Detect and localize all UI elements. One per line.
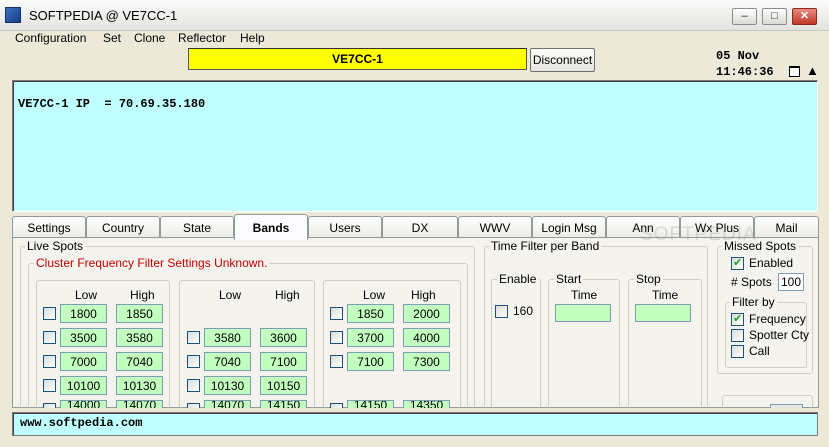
enable-label: Enable xyxy=(497,272,539,286)
band-label: 160 xyxy=(513,304,534,318)
low-header: Low xyxy=(75,288,98,302)
menu-clone[interactable]: Clone xyxy=(134,31,165,45)
enabled-label: Enabled xyxy=(749,256,794,270)
high-frequency-field[interactable]: 2000 xyxy=(403,304,450,323)
maximize-button[interactable]: □ xyxy=(762,8,787,25)
close-button[interactable]: ✕ xyxy=(792,8,817,25)
stop-time-field[interactable] xyxy=(635,304,691,322)
tab-users[interactable]: Users xyxy=(308,216,382,238)
high-header: High xyxy=(130,288,155,302)
tab-wwv[interactable]: WWV xyxy=(458,216,532,238)
tab-settings[interactable]: Settings xyxy=(12,216,86,238)
start-label: Start xyxy=(554,272,584,286)
menu-bar xyxy=(0,29,829,47)
window-title: SOFTPEDIA @ VE7CC-1 xyxy=(29,8,178,23)
high-frequency-field[interactable]: 10130 xyxy=(116,376,163,395)
tab-dx[interactable]: DX xyxy=(382,216,458,238)
high-frequency-field[interactable]: 4000 xyxy=(403,328,450,347)
low-frequency-field[interactable]: 14070 xyxy=(204,400,251,408)
app-icon xyxy=(5,7,21,23)
high-frequency-field[interactable]: 3580 xyxy=(116,328,163,347)
call-label: Call xyxy=(749,344,770,358)
filter-frequency-checkbox[interactable] xyxy=(731,312,744,326)
start-time-header: Time xyxy=(571,288,598,302)
low-frequency-field[interactable]: 10130 xyxy=(204,376,251,395)
high-frequency-field[interactable]: 7040 xyxy=(116,352,163,371)
menu-help[interactable]: Help xyxy=(240,31,265,45)
tab-state[interactable]: State xyxy=(160,216,234,238)
band-enable-checkbox[interactable] xyxy=(495,305,508,318)
high-frequency-field[interactable]: 14350 xyxy=(403,400,450,408)
band-checkbox[interactable] xyxy=(187,355,200,368)
band-checkbox[interactable] xyxy=(187,379,200,392)
low-frequency-field[interactable]: 7040 xyxy=(204,352,251,371)
extra-settings-field[interactable] xyxy=(770,404,803,408)
band-checkbox[interactable] xyxy=(187,403,200,408)
watermark: SOFTPEDIA xyxy=(640,224,757,245)
band-checkbox[interactable] xyxy=(43,355,56,368)
band-checkbox[interactable] xyxy=(43,331,56,344)
band-checkbox[interactable] xyxy=(43,307,56,320)
low-frequency-field[interactable]: 1800 xyxy=(60,304,107,323)
high-frequency-field[interactable]: 1850 xyxy=(116,304,163,323)
filter-call-checkbox[interactable] xyxy=(731,345,744,358)
low-frequency-field[interactable]: 10100 xyxy=(60,376,107,395)
disconnect-button[interactable]: Disconnect xyxy=(530,48,595,72)
band-checkbox[interactable] xyxy=(43,379,56,392)
date-display: 05 Nov xyxy=(716,49,760,63)
spotter-cty-label: Spotter Cty xyxy=(749,328,810,342)
low-frequency-field[interactable]: 3700 xyxy=(347,328,394,347)
live-spots-label: Live Spots xyxy=(25,239,86,253)
menu-reflector[interactable]: Reflector xyxy=(178,31,226,45)
tab-mail[interactable]: Mail xyxy=(754,216,819,238)
time-display: 11:46:36 xyxy=(716,65,774,79)
band-checkbox[interactable] xyxy=(330,355,343,368)
missed-spots-enabled-checkbox[interactable] xyxy=(731,256,744,270)
stop-time-header: Time xyxy=(652,288,679,302)
high-frequency-field[interactable]: 3600 xyxy=(260,328,307,347)
band-checkbox[interactable] xyxy=(187,331,200,344)
menu-configuration[interactable]: Configuration xyxy=(15,31,86,45)
console-line: VE7CC-1 IP = 70.69.35.180 xyxy=(18,97,206,111)
tab-login-msg[interactable]: Login Msg xyxy=(532,216,606,238)
band-checkbox[interactable] xyxy=(330,307,343,320)
low-frequency-field[interactable]: 3580 xyxy=(204,328,251,347)
restore-window-icon[interactable] xyxy=(789,66,800,77)
start-time-field[interactable] xyxy=(555,304,611,322)
cluster-filter-status: Cluster Frequency Filter Settings Unknow… xyxy=(34,256,270,270)
status-text: www.softpedia.com xyxy=(20,416,143,430)
enable-column xyxy=(491,279,541,408)
tab-bands[interactable]: Bands xyxy=(234,214,308,240)
scroll-up-icon[interactable]: ▲ xyxy=(806,64,819,77)
high-frequency-field[interactable]: 10150 xyxy=(260,376,307,395)
high-frequency-field[interactable]: 7300 xyxy=(403,352,450,371)
high-frequency-field[interactable]: 7100 xyxy=(260,352,307,371)
high-header: High xyxy=(275,288,300,302)
high-frequency-field[interactable]: 14070 xyxy=(116,400,163,408)
minimize-button[interactable]: – xyxy=(732,8,757,25)
low-frequency-field[interactable]: 7000 xyxy=(60,352,107,371)
time-filter-label: Time Filter per Band xyxy=(489,239,602,253)
stop-label: Stop xyxy=(634,272,663,286)
low-frequency-field[interactable]: 7100 xyxy=(347,352,394,371)
band-checkbox[interactable] xyxy=(330,403,343,408)
high-frequency-field[interactable]: 14150 xyxy=(260,400,307,408)
low-frequency-field[interactable]: 14000 xyxy=(60,400,107,408)
low-header: Low xyxy=(219,288,242,302)
low-frequency-field[interactable]: 14150 xyxy=(347,400,394,408)
filter-by-label: Filter by xyxy=(730,295,777,309)
low-header: Low xyxy=(363,288,386,302)
menu-set[interactable]: Set xyxy=(103,31,121,45)
frequency-label: Frequency xyxy=(749,312,806,326)
spots-count-field[interactable]: 100 xyxy=(778,273,804,291)
connected-node-display: VE7CC-1 xyxy=(188,48,527,70)
band-checkbox[interactable] xyxy=(43,403,56,408)
spots-count-label: # Spots xyxy=(731,275,772,289)
band-checkbox[interactable] xyxy=(330,331,343,344)
low-frequency-field[interactable]: 3500 xyxy=(60,328,107,347)
filter-spotter-cty-checkbox[interactable] xyxy=(731,329,744,342)
high-header: High xyxy=(411,288,436,302)
tab-country[interactable]: Country xyxy=(86,216,160,238)
low-frequency-field[interactable]: 1850 xyxy=(347,304,394,323)
